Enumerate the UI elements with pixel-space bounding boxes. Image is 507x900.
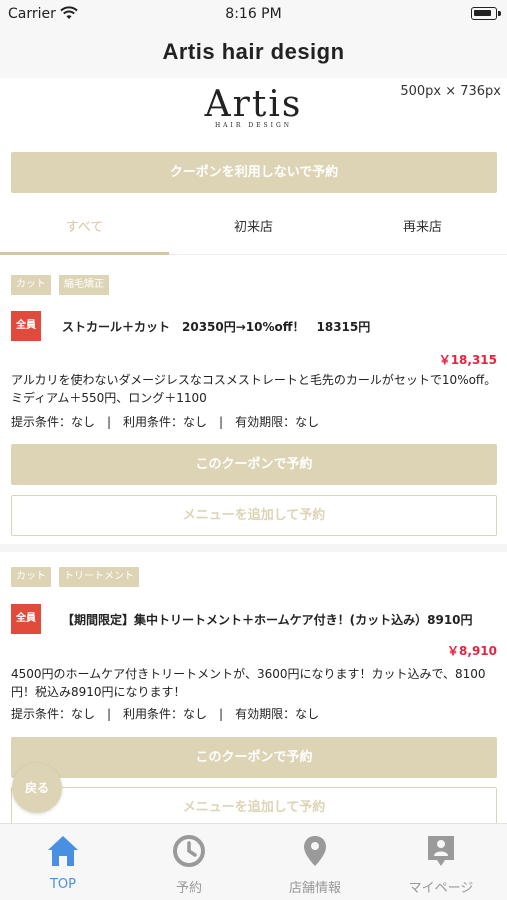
reserve-with-coupon-button[interactable]: このクーポンで予約 xyxy=(11,737,497,778)
clock-time: 8:16 PM xyxy=(225,6,282,22)
home-icon xyxy=(48,836,78,866)
section-divider xyxy=(0,544,507,552)
coupon-conditions: 提示条件：なし | 利用条件：なし | 有効期限：なし xyxy=(11,415,320,429)
coupon-tag: トリートメント xyxy=(59,567,139,587)
logo-subtitle: HAIR DESIGN xyxy=(214,122,293,129)
tab-label: 店舗情報 xyxy=(288,881,341,896)
tab-reservation[interactable]: 予約 xyxy=(126,824,252,900)
profile-icon xyxy=(428,836,454,866)
battery-icon xyxy=(471,7,501,20)
bottom-tab-bar: TOP 予約 店舗情報 マイページ xyxy=(0,823,507,900)
location-pin-icon xyxy=(304,836,326,866)
coupon-title: 【期間限定】集中トリートメント＋ホームケア付き！(カット込み）8910円 xyxy=(62,613,473,627)
tab-first-visit[interactable]: 初来店 xyxy=(169,204,338,255)
tab-shop-info[interactable]: 店舗情報 xyxy=(252,824,378,900)
page-title: Artis hair design xyxy=(162,39,345,64)
tab-repeat-visit[interactable]: 再来店 xyxy=(338,204,507,255)
back-button[interactable]: 戻る xyxy=(12,763,62,813)
reserve-with-coupon-button[interactable]: このクーポンで予約 xyxy=(11,444,497,485)
tab-all[interactable]: すべて xyxy=(0,204,169,255)
coupon-title: ストカール＋カット 20350円→10%off！ 18315円 xyxy=(62,320,371,334)
tab-label: マイページ xyxy=(408,881,474,896)
coupon-tag: カット xyxy=(11,567,51,587)
clock-icon xyxy=(173,835,205,867)
add-menu-reserve-button[interactable]: メニューを追加して予約 xyxy=(11,787,497,823)
coupon-price: ￥18,315 xyxy=(438,353,497,367)
tab-top[interactable]: TOP xyxy=(0,824,126,900)
coupon-price: ￥8,910 xyxy=(447,644,497,658)
coupon-filter-tabs: すべて 初来店 再来店 xyxy=(0,204,507,255)
salon-logo: Artis HAIR DESIGN xyxy=(0,84,507,130)
tab-label: TOP xyxy=(49,877,76,892)
add-menu-reserve-button[interactable]: メニューを追加して予約 xyxy=(11,495,497,536)
coupon-conditions: 提示条件：なし | 利用条件：なし | 有効期限：なし xyxy=(11,707,320,721)
logo-word: Artis xyxy=(204,84,303,125)
coupon-list[interactable]: 500px × 736px Artis HAIR DESIGN クーポンを利用し… xyxy=(0,78,507,823)
reserve-without-coupon-button[interactable]: クーポンを利用しないで予約 xyxy=(11,152,497,193)
tab-label: 予約 xyxy=(175,881,202,896)
tab-my-page[interactable]: マイページ xyxy=(378,824,504,900)
target-badge: 全員 xyxy=(11,604,41,634)
coupon-tag: 縮毛矯正 xyxy=(59,275,109,295)
coupon-description: 4500円のホームケア付きトリートメントが、3600円になります！カット込みで、… xyxy=(11,667,486,699)
coupon-tag: カット xyxy=(11,275,51,295)
navigation-bar: Artis hair design xyxy=(0,30,507,78)
coupon-description: アルカリを使わないダメージレスなコスメストレートと毛先のカールがセットで10%o… xyxy=(11,373,497,405)
target-badge: 全員 xyxy=(11,311,41,341)
status-bar: Carrier 8:16 PM xyxy=(0,0,507,30)
